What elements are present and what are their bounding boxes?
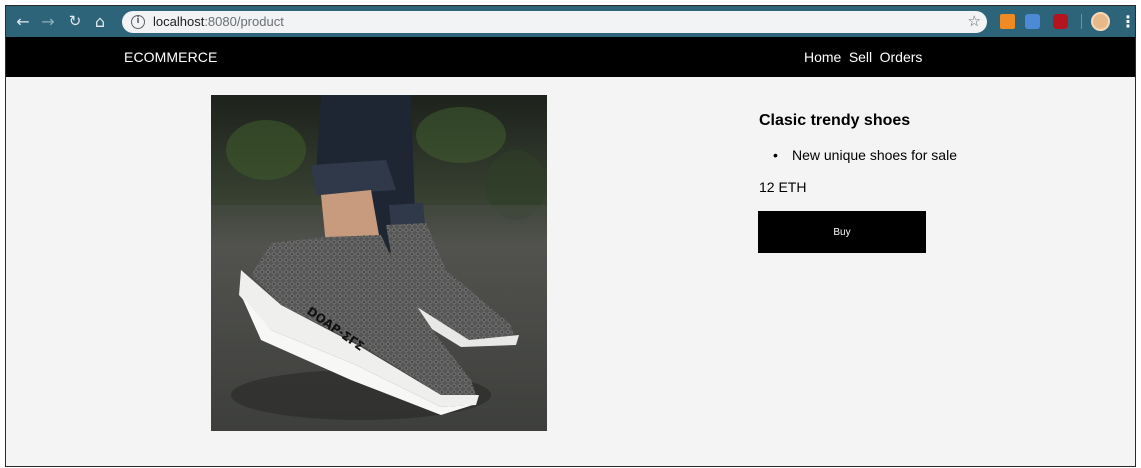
back-arrow-icon[interactable]: ← (12, 6, 34, 37)
product-price: 12 ETH (759, 179, 807, 195)
forward-arrow-icon[interactable]: → (37, 6, 59, 37)
nav-link-orders[interactable]: Orders (880, 49, 923, 65)
home-icon[interactable]: ⌂ (89, 6, 111, 37)
url-text[interactable]: localhost:8080/product (153, 14, 284, 30)
address-bar[interactable]: i localhost:8080/product ☆ (122, 11, 987, 33)
url-host: localhost (153, 14, 205, 29)
extension-icon[interactable] (1000, 14, 1015, 29)
nav-link-home[interactable]: Home (804, 49, 841, 65)
toolbar-divider (1081, 14, 1082, 29)
sneaker-image: DOAP·ΣΓΣ (211, 95, 547, 431)
browser-window: ← → ↻ ⌂ i localhost:8080/product ☆ ⋮ ECO… (5, 5, 1136, 467)
product-photo: DOAP·ΣΓΣ (211, 95, 547, 431)
bookmark-star-icon[interactable]: ☆ (968, 12, 981, 30)
site-navbar: ECOMMERCE Home Sell Orders (6, 37, 1135, 77)
ublock-extension-icon[interactable] (1053, 14, 1068, 29)
nav-link-sell[interactable]: Sell (849, 49, 872, 65)
brand-logo[interactable]: ECOMMERCE (124, 48, 217, 66)
buy-button[interactable]: Buy (758, 211, 926, 253)
menu-dots-icon[interactable]: ⋮ (1120, 6, 1135, 37)
info-icon[interactable]: i (131, 15, 145, 29)
product-title: Clasic trendy shoes (759, 112, 911, 129)
browser-toolbar: ← → ↻ ⌂ i localhost:8080/product ☆ ⋮ (6, 6, 1135, 37)
reload-icon[interactable]: ↻ (64, 6, 86, 37)
product-features-list: • New unique shoes for sale (773, 146, 957, 164)
bullet-icon: • (773, 147, 778, 163)
translate-extension-icon[interactable] (1025, 14, 1040, 29)
profile-avatar-icon[interactable] (1091, 12, 1110, 31)
feature-item: New unique shoes for sale (792, 147, 957, 163)
nav-links: Home Sell Orders (804, 48, 925, 67)
url-path: :8080/product (204, 14, 284, 29)
